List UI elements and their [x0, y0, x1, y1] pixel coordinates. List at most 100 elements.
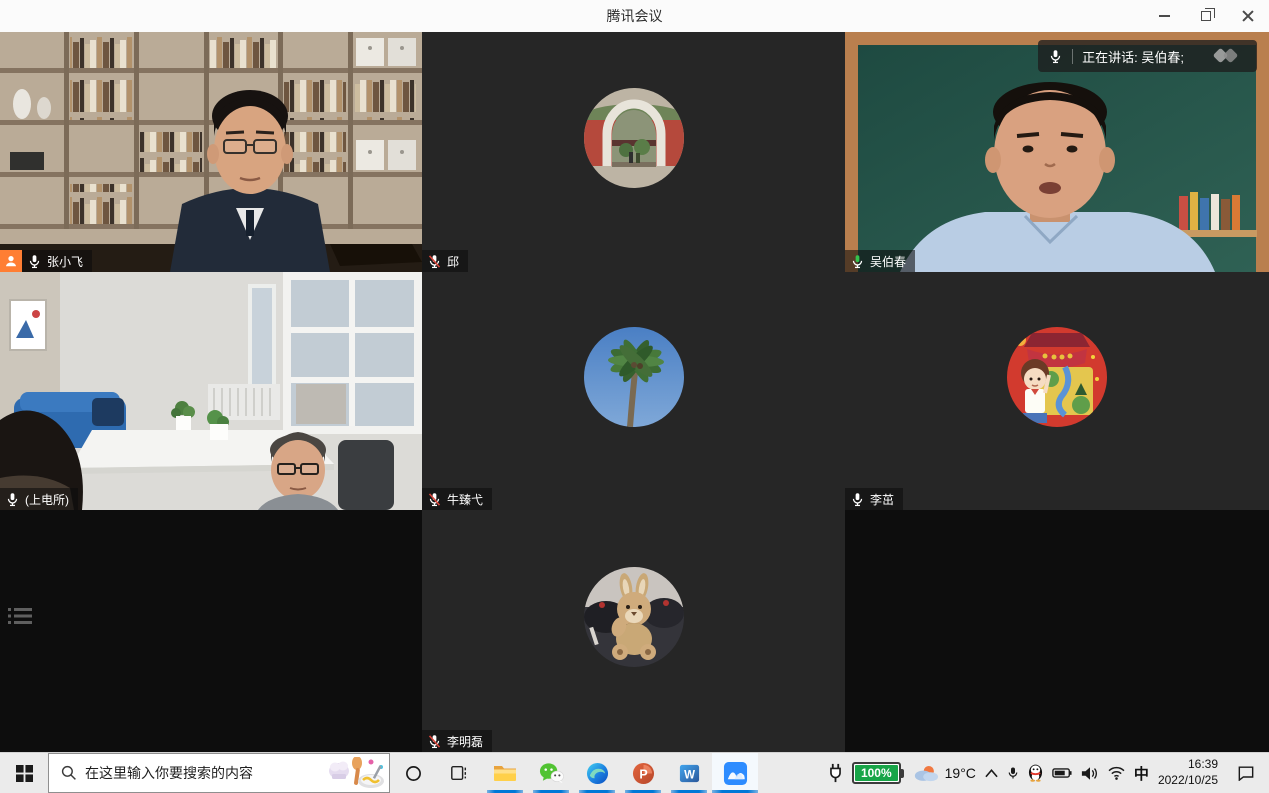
restore-button[interactable] — [1185, 0, 1227, 32]
tencent-meeting-app-icon — [723, 761, 748, 786]
wechat-icon — [539, 762, 564, 784]
tray-battery-icon[interactable] — [1052, 767, 1072, 779]
restore-icon — [1201, 11, 1211, 21]
video-tile-zhangxiaofei[interactable]: 张小飞 — [0, 32, 422, 272]
search-icon — [61, 765, 77, 781]
qq-icon[interactable] — [1028, 764, 1043, 782]
windows-logo-icon — [16, 765, 33, 782]
mic-toast-icon — [1048, 49, 1063, 64]
wifi-icon[interactable] — [1108, 766, 1125, 780]
volume-icon[interactable] — [1081, 766, 1099, 781]
minimize-icon — [1159, 15, 1170, 17]
member-list-toggle-icon[interactable] — [8, 606, 32, 626]
toast-divider — [1072, 49, 1073, 64]
video-feed-bright-office — [0, 272, 422, 510]
minimize-button[interactable] — [1143, 0, 1185, 32]
participant-name-tag: 牛臻弋 — [422, 488, 492, 510]
participant-name: 牛臻弋 — [447, 491, 483, 508]
video-tile-shangdiansuo[interactable]: (上电所) — [0, 272, 422, 510]
video-tile-liminglei[interactable]: 李明磊 — [422, 510, 845, 752]
windows-taskbar: P W — [0, 752, 1269, 793]
action-center-button[interactable] — [1227, 765, 1261, 781]
window-controls — [1143, 0, 1269, 32]
host-badge — [0, 250, 22, 272]
mic-speaking-icon — [850, 254, 865, 269]
search-input[interactable] — [85, 765, 315, 781]
taskbar-app-tencent-meeting[interactable] — [712, 753, 758, 793]
video-feed-office-bookshelf — [0, 32, 422, 272]
participant-name: 李茁 — [870, 491, 894, 508]
action-center-icon — [1237, 765, 1255, 781]
participant-name: 邱 — [447, 253, 459, 270]
participant-name: 吴伯春 — [870, 253, 906, 270]
hidden-icons-chevron[interactable] — [985, 769, 998, 778]
word-icon: W — [678, 762, 701, 785]
avatar-teddy-bear-photo — [584, 567, 684, 667]
clock-date: 2022/10/25 — [1158, 773, 1218, 789]
participant-name-tag: (上电所) — [0, 488, 78, 510]
taskbar-app-word[interactable]: W — [666, 753, 712, 793]
avatar — [584, 567, 684, 667]
clock-time: 16:39 — [1158, 757, 1218, 773]
ime-indicator[interactable]: 中 — [1134, 763, 1149, 784]
taskbar-app-file-explorer[interactable] — [482, 753, 528, 793]
avatar — [1007, 327, 1107, 427]
speaking-indicator-text: 正在讲话: 吴伯春; — [1082, 47, 1184, 66]
speaking-indicator-toast: 正在讲话: 吴伯春; — [1038, 40, 1257, 72]
chevron-up-icon — [985, 769, 998, 778]
weather-widget[interactable]: 19°C — [913, 764, 976, 782]
mic-muted-icon — [427, 254, 442, 269]
video-tile-niuzhenyi[interactable]: 牛臻弋 — [422, 272, 845, 510]
svg-text:P: P — [639, 767, 647, 781]
taskbar-app-powerpoint[interactable]: P — [620, 753, 666, 793]
system-tray: 100% 19°C — [824, 753, 1269, 793]
taskbar-clock[interactable]: 16:39 2022/10/25 — [1158, 757, 1218, 788]
bing-doodle-icon[interactable] — [323, 754, 389, 792]
food-doodle-icon — [327, 757, 385, 789]
window-title: 腾讯会议 — [0, 6, 1269, 26]
start-button[interactable] — [0, 753, 48, 793]
close-button[interactable] — [1227, 0, 1269, 32]
video-tile-qiu[interactable]: 邱 — [422, 32, 845, 272]
mic-on-icon — [5, 492, 20, 507]
participant-name-tag: 李茁 — [845, 488, 903, 510]
empty-tile-right — [845, 510, 1269, 752]
taskbar-search — [48, 753, 390, 793]
weather-cloud-icon — [913, 764, 939, 782]
video-tile-lizhuo[interactable]: 李茁 — [845, 272, 1269, 510]
avatar-archway-photo — [584, 88, 684, 188]
video-tile-wubochun[interactable]: 正在讲话: 吴伯春; 吴伯春 — [845, 32, 1269, 272]
tencent-meeting-window: 腾讯会议 — [0, 0, 1269, 793]
temperature-label: 19°C — [945, 765, 976, 781]
mic-on-icon — [27, 254, 42, 269]
battery-status-widget[interactable]: 100% — [852, 762, 904, 784]
avatar — [584, 88, 684, 188]
task-view-icon — [450, 764, 468, 782]
tray-mic-icon[interactable] — [1007, 764, 1019, 782]
participant-name-tag: 吴伯春 — [845, 250, 915, 272]
task-view-button[interactable] — [436, 753, 482, 793]
mic-muted-icon — [427, 734, 442, 749]
participant-name: 李明磊 — [447, 733, 483, 750]
edge-icon — [586, 762, 609, 785]
tencent-meeting-logo-icon — [1207, 47, 1247, 65]
avatar-palm-tree-photo — [584, 327, 684, 427]
participant-name-tag: 李明磊 — [422, 730, 492, 752]
mic-muted-icon — [427, 492, 442, 507]
mic-on-icon — [850, 492, 865, 507]
power-plug-icon[interactable] — [828, 763, 843, 783]
taskbar-app-wechat[interactable] — [528, 753, 574, 793]
cortana-button[interactable] — [390, 753, 436, 793]
close-icon — [1242, 10, 1254, 22]
powerpoint-icon: P — [632, 762, 655, 785]
battery-percent: 100% — [855, 765, 898, 781]
taskbar-app-edge[interactable] — [574, 753, 620, 793]
participant-name: (上电所) — [25, 491, 69, 508]
participant-name-tag: 张小飞 — [22, 250, 92, 272]
battery-nub — [901, 769, 904, 778]
cortana-icon — [405, 765, 422, 782]
video-grid: 张小飞 — [0, 32, 1269, 752]
avatar — [584, 327, 684, 427]
svg-text:W: W — [684, 769, 695, 781]
host-person-icon — [4, 254, 18, 268]
